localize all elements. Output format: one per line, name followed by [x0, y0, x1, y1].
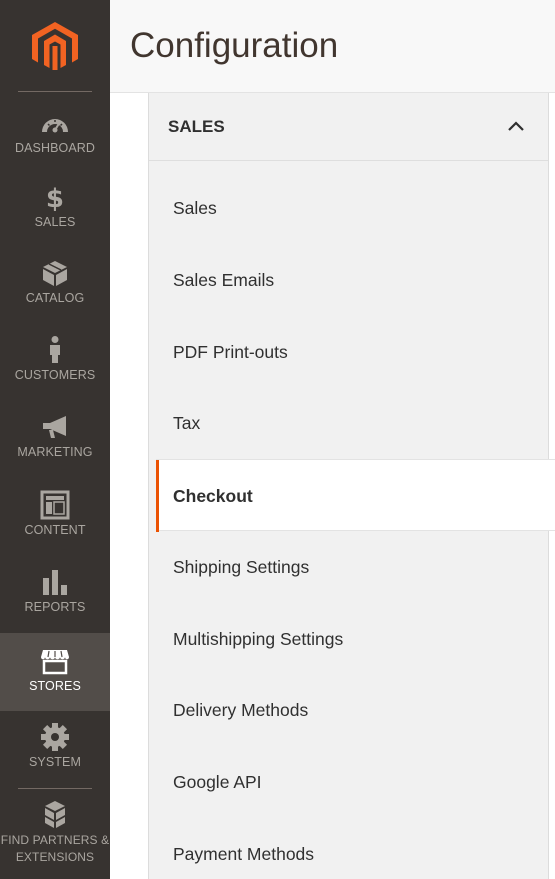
nav-dashboard-label: DASHBOARD: [14, 141, 96, 155]
nav-find-partners-label: FIND PARTNERS & EXTENSIONS: [0, 833, 110, 864]
menu-item-payment-methods[interactable]: Payment Methods: [173, 843, 314, 865]
admin-sidebar: DASHBOARD $ SALES CATALOG CUSTOMERS MARK…: [0, 0, 110, 879]
logo-divider: [18, 91, 92, 92]
megaphone-icon: [43, 416, 66, 438]
menu-item-shipping-settings[interactable]: Shipping Settings: [173, 556, 309, 578]
menu-item-delivery-methods[interactable]: Delivery Methods: [173, 699, 308, 721]
nav-system[interactable]: SYSTEM: [0, 722, 110, 772]
page-title: Configuration: [130, 26, 339, 65]
nav-system-label: SYSTEM: [29, 755, 81, 769]
blocks-icon: [45, 801, 65, 828]
bar-chart-icon: [43, 570, 67, 595]
nav-content[interactable]: CONTENT: [0, 490, 110, 540]
menu-item-sales-emails[interactable]: Sales Emails: [173, 269, 274, 291]
nav-marketing-label: MARKETING: [17, 445, 93, 459]
dashboard-icon: [42, 119, 68, 133]
nav-customers[interactable]: CUSTOMERS: [0, 335, 110, 385]
nav-catalog-label: CATALOG: [25, 291, 85, 305]
person-icon: [50, 336, 60, 363]
nav-divider: [18, 788, 92, 789]
magento-logo-icon: [32, 22, 78, 70]
magento-logo[interactable]: [0, 0, 110, 92]
menu-item-checkout[interactable]: Checkout: [156, 459, 555, 532]
layout-icon: [40, 490, 70, 520]
active-indicator: [156, 460, 159, 532]
sales-section-header[interactable]: SALES: [149, 93, 548, 161]
sales-section-title: SALES: [168, 117, 225, 136]
nav-stores-label: STORES: [29, 679, 81, 693]
nav-content-label: CONTENT: [24, 523, 86, 537]
nav-catalog[interactable]: CATALOG: [0, 258, 110, 308]
nav-marketing[interactable]: MARKETING: [0, 412, 110, 462]
box-icon: [43, 261, 67, 286]
nav-customers-label: CUSTOMERS: [14, 368, 96, 382]
menu-item-checkout-label: Checkout: [173, 486, 253, 506]
nav-sales-label: SALES: [34, 215, 76, 229]
dollar-icon: $: [46, 184, 64, 212]
nav-reports-label: REPORTS: [24, 600, 86, 614]
menu-item-tax[interactable]: Tax: [173, 412, 200, 434]
menu-item-google-api[interactable]: Google API: [173, 771, 262, 793]
svg-text:$: $: [46, 184, 64, 212]
nav-find-partners[interactable]: FIND PARTNERS & EXTENSIONS: [0, 799, 110, 869]
menu-item-pdf-printouts[interactable]: PDF Print-outs: [173, 341, 288, 363]
gear-icon: [41, 723, 69, 751]
nav-stores[interactable]: STORES: [0, 633, 110, 711]
nav-dashboard[interactable]: DASHBOARD: [0, 108, 110, 158]
nav-reports[interactable]: REPORTS: [0, 567, 110, 617]
chevron-up-icon[interactable]: [507, 117, 525, 135]
menu-item-sales[interactable]: Sales: [173, 197, 217, 219]
menu-item-multishipping-settings[interactable]: Multishipping Settings: [173, 628, 343, 650]
page-header: Configuration: [110, 0, 555, 93]
storefront-icon: [41, 650, 69, 675]
nav-sales[interactable]: $ SALES: [0, 182, 110, 232]
